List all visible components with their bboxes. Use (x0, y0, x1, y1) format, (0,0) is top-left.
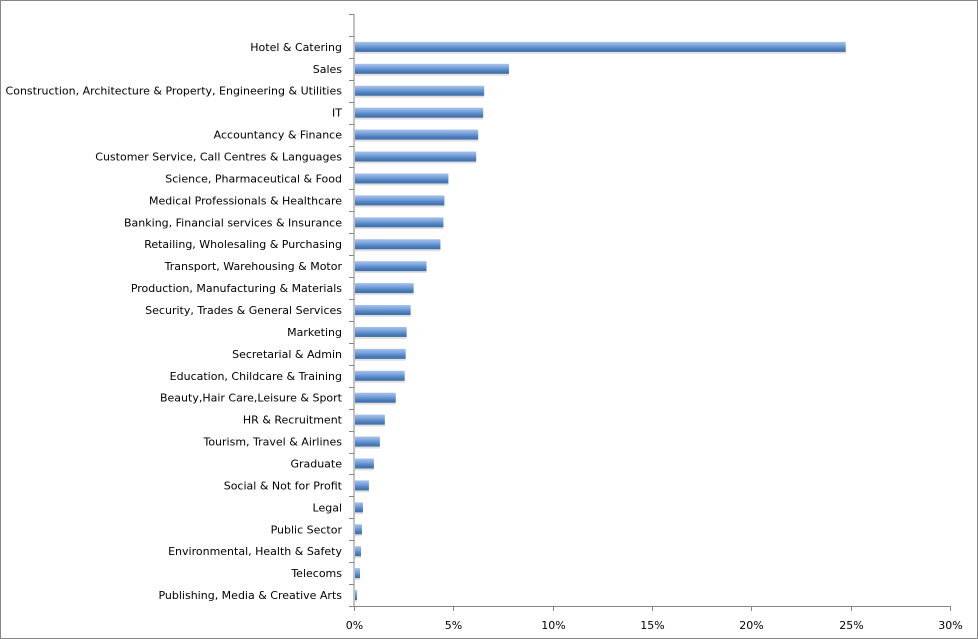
category-label: Transport, Warehousing & Motor (164, 260, 343, 273)
bar-chart: Hotel & Catering Sales Construction, Archi… (6, 14, 963, 632)
bar (355, 283, 414, 294)
bar (355, 348, 406, 359)
category-label: Tourism, Travel & Airlines (202, 436, 342, 449)
bar (355, 261, 427, 272)
bar (355, 239, 441, 250)
category-label: Hotel & Catering (250, 41, 342, 54)
bar (355, 63, 509, 74)
category-label: Sales (313, 63, 343, 76)
category-label: Science, Pharmaceutical & Food (165, 172, 342, 185)
category-label: Publishing, Media & Creative Arts (158, 589, 342, 602)
category-label: Medical Professionals & Healthcare (149, 194, 342, 207)
category-label: Security, Trades & General Services (145, 304, 342, 317)
category-label: Construction, Architecture & Property, E… (6, 85, 343, 98)
category-label: Marketing (287, 326, 342, 339)
bar (355, 151, 477, 162)
bar (355, 217, 444, 228)
bar (355, 568, 360, 579)
value-tick-label: 25% (839, 619, 863, 632)
bar (355, 195, 445, 206)
category-label: Environmental, Health & Safety (168, 545, 342, 558)
bar (355, 173, 449, 184)
value-tick-label: 30% (938, 619, 962, 632)
bar (355, 85, 485, 96)
bar (355, 546, 361, 557)
bar (355, 392, 396, 403)
category-label: Social & Not for Profit (224, 479, 343, 492)
value-axis: 0% 5% 10% 15% 20% 25% 30% (346, 606, 963, 632)
category-label: Retailing, Wholesaling & Purchasing (144, 238, 342, 251)
bars-group (355, 41, 846, 603)
bar (355, 414, 385, 425)
value-tick-label: 15% (640, 619, 664, 632)
category-axis (349, 14, 355, 607)
bar (355, 305, 411, 315)
value-tick-label: 0% (346, 619, 363, 632)
category-label: Public Sector (271, 523, 343, 536)
bar (355, 41, 846, 52)
bar (355, 524, 362, 535)
bar (355, 458, 374, 469)
category-label: Banking, Financial services & Insurance (124, 216, 342, 229)
category-label: Beauty,Hair Care,Leisure & Sport (160, 392, 343, 405)
category-label: Telecoms (290, 567, 342, 580)
bar (355, 590, 357, 601)
category-labels: Hotel & Catering Sales Construction, Archi… (6, 41, 343, 602)
category-label: Customer Service, Call Centres & Languag… (95, 151, 342, 164)
bar (355, 129, 479, 140)
bar (355, 436, 380, 447)
bar (355, 326, 407, 337)
value-tick-label: 5% (445, 619, 462, 632)
category-label: IT (332, 107, 342, 120)
value-tick-label: 20% (739, 619, 763, 632)
bar (355, 502, 363, 513)
category-label: Production, Manufacturing & Materials (131, 282, 342, 295)
category-label: Accountancy & Finance (214, 129, 343, 142)
bar (355, 370, 405, 381)
category-label: Education, Childcare & Training (170, 370, 342, 383)
category-label: HR & Recruitment (243, 414, 343, 427)
category-label: Secretarial & Admin (232, 348, 342, 361)
bar (355, 480, 369, 491)
category-label: Graduate (290, 457, 342, 470)
category-label: Legal (313, 501, 342, 514)
value-tick-label: 10% (541, 619, 565, 632)
bar (355, 107, 484, 118)
